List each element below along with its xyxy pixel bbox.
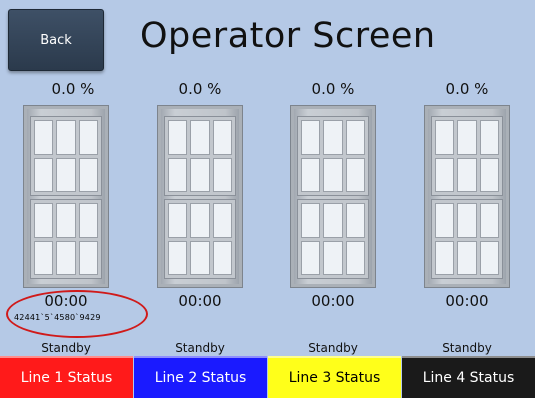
line-2-window-icon <box>157 105 243 288</box>
line-4-percent: 0.0 % <box>445 80 489 98</box>
line-4-window-icon <box>424 105 510 288</box>
line-1-window-icon <box>23 105 109 288</box>
line-3-state: Standby <box>308 341 358 355</box>
line-3-status-button[interactable]: Line 3 Status <box>268 356 401 398</box>
line-1-percent: 0.0 % <box>51 80 95 98</box>
line-3-panel: 0.0 % 00:00 Standby <box>290 0 390 355</box>
line-1-status-button[interactable]: Line 1 Status <box>0 356 133 398</box>
line-3-window-icon <box>290 105 376 288</box>
line-2-time: 00:00 <box>178 292 222 310</box>
line-2-state: Standby <box>175 341 225 355</box>
line-4-state: Standby <box>442 341 492 355</box>
line-4-panel: 0.0 % 00:00 Standby <box>424 0 524 355</box>
line-3-percent: 0.0 % <box>311 80 355 98</box>
line-1-serial-text: 42441`5`4580`9429 <box>14 313 101 322</box>
line-2-status-button[interactable]: Line 2 Status <box>134 356 267 398</box>
line-2-panel: 0.0 % 00:00 Standby <box>157 0 257 355</box>
line-1-panel: 0.0 % 00:00 Standby <box>23 0 123 355</box>
line-4-status-button[interactable]: Line 4 Status <box>402 356 535 398</box>
line-3-time: 00:00 <box>311 292 355 310</box>
line-1-state: Standby <box>41 341 91 355</box>
line-1-time: 00:00 <box>44 292 88 310</box>
line-4-time: 00:00 <box>445 292 489 310</box>
line-2-percent: 0.0 % <box>178 80 222 98</box>
